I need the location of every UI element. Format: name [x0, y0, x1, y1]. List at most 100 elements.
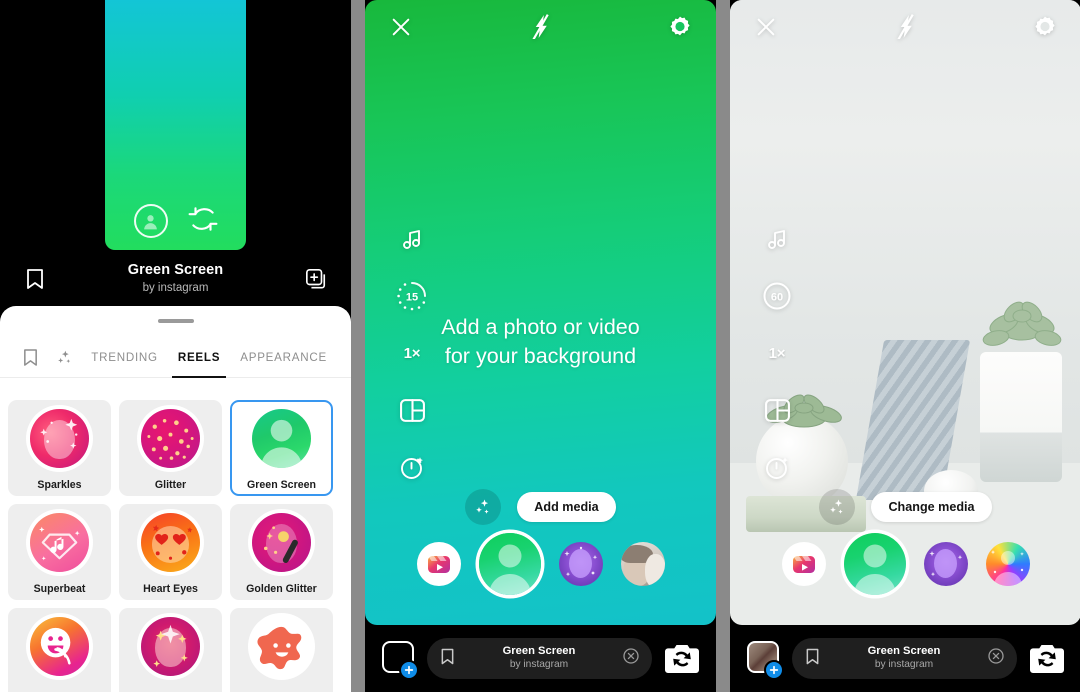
sheet-drag-handle[interactable] [157, 319, 194, 323]
camera-hint-text: Add a photo or video for your background [365, 313, 716, 370]
effect-cell-sparkles[interactable]: Sparkles [8, 400, 111, 496]
effect-cell-superbeat[interactable]: Superbeat [8, 504, 111, 600]
speed-label: 1× [768, 344, 786, 362]
effect-cell-golden-glitter[interactable]: Golden Glitter [230, 504, 333, 600]
camera-side-controls: 60 1× [748, 222, 806, 484]
camera-viewfinder[interactable]: 60 1× Change media [730, 0, 1080, 625]
close-x-icon[interactable] [755, 16, 777, 43]
timer-icon[interactable] [395, 450, 429, 484]
gear-icon[interactable] [668, 15, 692, 44]
carousel-purple-effect[interactable] [558, 542, 603, 586]
carousel-face-effect[interactable] [620, 542, 665, 586]
speed-control[interactable]: 1× [760, 336, 794, 370]
tab-trending[interactable]: TRENDING [81, 336, 168, 378]
effect-thumbnail [30, 513, 89, 572]
camera-bottom-bar: Green Screen by instagram [730, 625, 1080, 692]
plus-icon[interactable] [399, 659, 419, 680]
tab-appearance[interactable]: APPEARANCE [230, 336, 337, 378]
close-circle-icon[interactable] [988, 648, 1004, 669]
camera-viewfinder[interactable]: 15 1× Add a photo or video for your back… [365, 0, 716, 625]
carousel-reels-icon[interactable] [416, 542, 461, 586]
effect-thumbnail [141, 617, 200, 676]
close-x-icon[interactable] [390, 16, 412, 43]
effect-cell-label: Glitter [154, 479, 187, 491]
effect-bar-title: Green Screen [867, 645, 941, 658]
tab-sparkles-icon[interactable] [48, 348, 82, 367]
effect-cell-label: Sparkles [37, 479, 82, 491]
preview-controls [105, 204, 246, 238]
effects-grid: Sparkles Glitter Green Screen Superbeat … [8, 400, 351, 692]
close-circle-icon[interactable] [623, 648, 639, 669]
effect-preview[interactable] [105, 0, 246, 250]
effect-thumbnail [252, 513, 311, 572]
effect-cell-label: Golden Glitter [246, 583, 317, 595]
panel-divider [351, 0, 365, 692]
effect-thumbnail [141, 513, 200, 572]
effect-cell-label: Superbeat [33, 583, 86, 595]
tab-bookmark-icon[interactable] [14, 348, 48, 367]
hint-line-1: Add a photo or video [441, 315, 640, 339]
active-effect-bar[interactable]: Green Screen by instagram [792, 638, 1017, 679]
succulent-right [982, 301, 1062, 346]
camera-top-bar [365, 0, 716, 58]
effects-bottom-sheet: TRENDING REELS APPEARANCE Sparkles Glitt… [0, 306, 351, 692]
carousel-green-screen[interactable] [478, 533, 541, 595]
screenshot-stage: Green Screen by instagram TRENDING REELS [0, 0, 1080, 692]
effect-cell-7[interactable] [8, 608, 111, 692]
effect-bar-author: by instagram [509, 659, 569, 671]
tab-reels[interactable]: REELS [168, 336, 230, 378]
layout-grid-icon[interactable] [395, 393, 429, 427]
gear-icon[interactable] [1033, 15, 1057, 44]
effect-cell-glitter[interactable]: Glitter [119, 400, 222, 496]
bookmark-icon[interactable] [805, 648, 820, 670]
duration-value: 15 [406, 291, 418, 303]
effect-author: by instagram [142, 281, 209, 294]
effect-thumbnail [252, 617, 311, 676]
bookmark-icon[interactable] [25, 268, 45, 295]
music-note-icon[interactable] [395, 222, 429, 256]
active-effect-bar[interactable]: Green Screen by instagram [427, 638, 652, 679]
gallery-button[interactable] [379, 639, 419, 680]
effect-thumbnail [30, 617, 89, 676]
sparkles-icon[interactable] [465, 489, 502, 525]
effects-carousel [730, 533, 1080, 595]
effect-thumbnail [252, 409, 311, 468]
carousel-rainbow-effect[interactable] [985, 542, 1030, 586]
camera-green-screen-with-media: 60 1× Change media Green Screen by insta… [730, 0, 1080, 692]
effect-cell-9[interactable] [230, 608, 333, 692]
flash-off-icon[interactable] [530, 14, 553, 44]
sparkles-icon[interactable] [819, 489, 856, 525]
change-media-button[interactable]: Change media [871, 492, 992, 522]
gallery-button[interactable] [744, 639, 784, 680]
duration-value: 60 [771, 291, 783, 303]
effect-cell-label: Green Screen [247, 479, 316, 491]
duration-circle-icon[interactable]: 60 [760, 279, 794, 313]
effect-bar-author: by instagram [874, 659, 934, 671]
camera-green-screen-empty: 15 1× Add a photo or video for your back… [365, 0, 716, 692]
layout-grid-icon[interactable] [760, 393, 794, 427]
plus-icon[interactable] [764, 659, 784, 680]
flip-camera-icon[interactable] [662, 641, 702, 677]
effect-thumbnail [141, 409, 200, 468]
camera-top-bar [730, 0, 1080, 58]
carousel-reels-icon[interactable] [781, 542, 826, 586]
effect-bar-text: Green Screen by instagram [820, 645, 988, 672]
save-to-collection-icon[interactable] [305, 268, 327, 295]
duration-dial-icon[interactable]: 15 [395, 279, 429, 313]
music-note-icon[interactable] [760, 222, 794, 256]
flip-camera-icon[interactable] [1027, 641, 1067, 677]
refresh-arrows-icon[interactable] [188, 206, 218, 237]
add-media-button[interactable]: Add media [517, 492, 616, 522]
flash-off-icon[interactable] [895, 14, 918, 44]
effect-cell-8[interactable] [119, 608, 222, 692]
person-silhouette-icon[interactable] [133, 204, 168, 238]
effect-cell-heart-eyes[interactable]: Heart Eyes [119, 504, 222, 600]
preview-area [0, 0, 351, 258]
timer-icon[interactable] [760, 450, 794, 484]
effect-cell-green-screen[interactable]: Green Screen [230, 400, 333, 496]
effect-bar-text: Green Screen by instagram [455, 645, 623, 672]
change-media-row: Change media [730, 489, 1080, 525]
bookmark-icon[interactable] [440, 648, 455, 670]
carousel-purple-effect[interactable] [923, 542, 968, 586]
carousel-green-screen[interactable] [843, 533, 906, 595]
